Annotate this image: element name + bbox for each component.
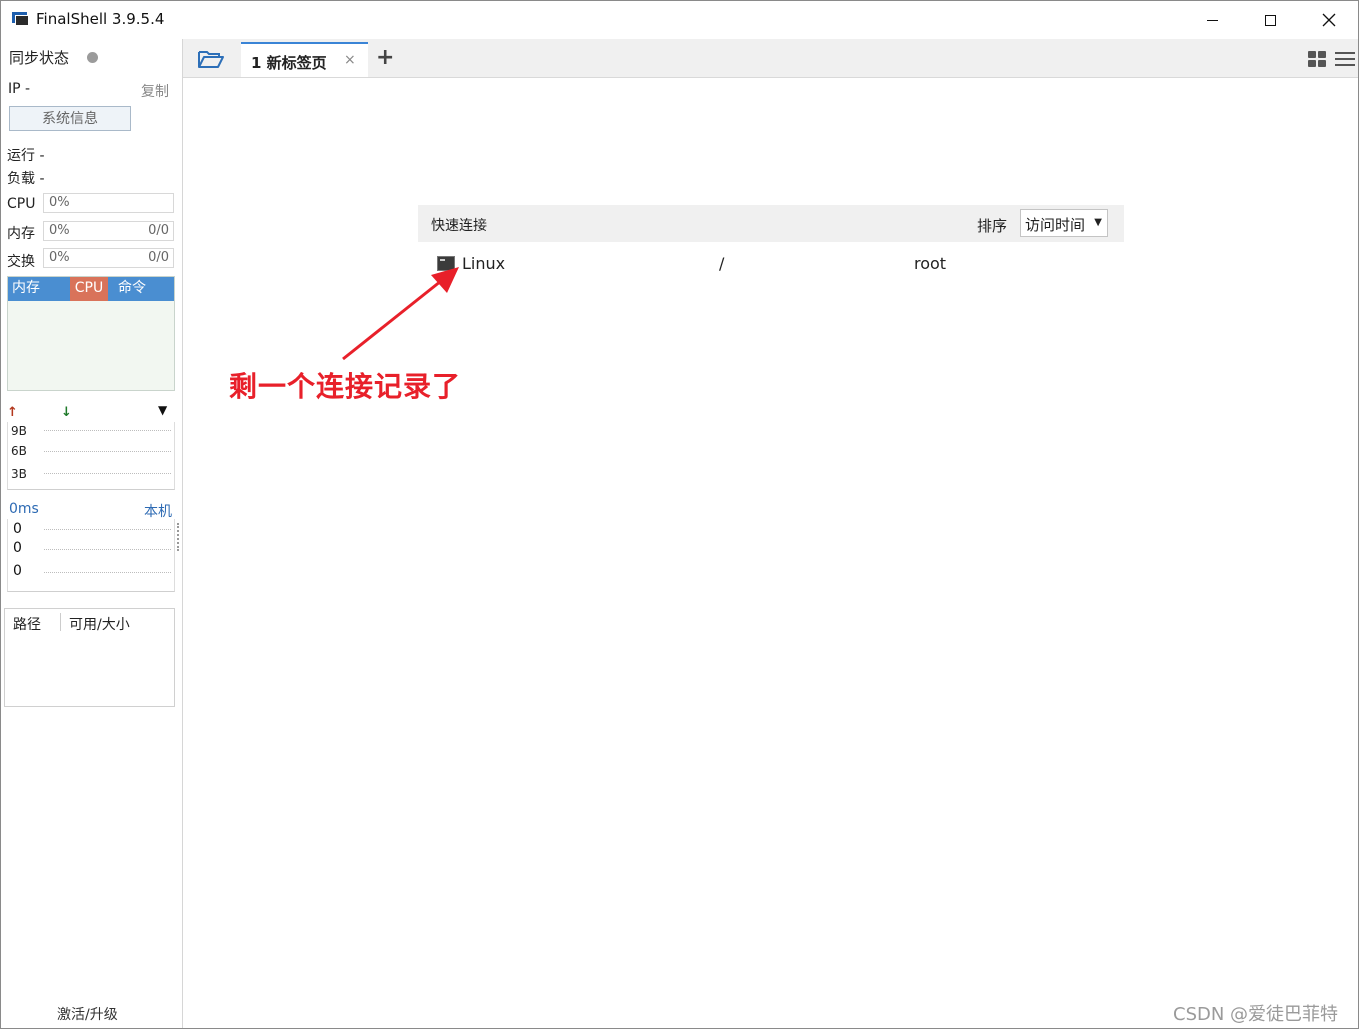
swap-ratio: 0/0 [148,250,169,265]
annotation-text: 剩一个连接记录了 [229,370,462,403]
ping-tick: 0 [13,521,22,537]
ping-latency: 0ms [9,501,39,517]
ping-tick: 0 [13,540,22,556]
ip-label: IP - [8,81,31,97]
connection-row[interactable]: Linux / root [418,248,1124,278]
download-arrow-icon: ↓ [61,405,72,420]
sort-select[interactable]: 访问时间 ▼ [1020,209,1108,237]
folder-open-icon[interactable] [197,49,225,69]
menu-icon[interactable] [1335,51,1355,67]
sync-status-label: 同步状态 [9,49,70,67]
cpu-meter: 0% [43,193,174,213]
connection-user: root [914,254,947,273]
connection-path: / [719,254,725,273]
tab-label: 1 新标签页 [251,54,327,72]
cpu-label: CPU [7,196,36,212]
network-tick: 3B [11,467,27,481]
swap-percent: 0% [49,250,70,265]
minimize-button[interactable] [1183,1,1241,39]
sync-status-dot [87,52,98,63]
ping-target[interactable]: 本机 [144,501,172,521]
system-info-button[interactable]: 系统信息 [9,106,131,131]
network-graph: 9B 6B 3B [7,422,175,490]
maximize-button[interactable] [1241,1,1299,39]
tab-new-tab[interactable]: 1 新标签页 × [241,42,368,77]
disk-col-size[interactable]: 可用/大小 [69,614,130,634]
copy-ip-link[interactable]: 复制 [141,81,169,101]
disk-table: 路径 可用/大小 [4,608,175,707]
app-icon [12,12,29,26]
ping-graph: 0 0 0 [7,519,175,592]
process-panel: 内存 CPU 命令 [7,276,175,391]
process-tab-memory[interactable]: 内存 [8,277,44,301]
csdn-watermark: CSDN @爱徒巴菲特 [1173,1004,1339,1025]
memory-percent: 0% [49,223,70,238]
minimize-icon [1206,19,1218,21]
memory-ratio: 0/0 [148,223,169,238]
maximize-icon [1264,14,1276,26]
process-tab-cpu[interactable]: CPU [70,277,108,301]
memory-label: 内存 [7,226,35,242]
ping-tick: 0 [13,563,22,579]
upload-arrow-icon: ↑ [7,405,18,420]
layout-grid-icon[interactable] [1308,51,1327,68]
memory-meter: 0% 0/0 [43,221,174,241]
load-label: 负载 - [7,171,45,187]
close-icon [1322,13,1336,27]
swap-label: 交换 [7,254,35,270]
network-tick: 9B [11,424,27,438]
cpu-percent: 0% [49,195,70,210]
swap-meter: 0% 0/0 [43,248,174,268]
activate-upgrade-link[interactable]: 激活/升级 [57,1004,118,1024]
annotation-arrow-icon [342,267,459,361]
network-interface-dropdown-icon[interactable]: ▼ [158,403,167,417]
tab-close-icon[interactable]: × [344,52,356,68]
session-tab-bar: 1 新标签页 × + [183,39,1358,78]
finalshell-window: FinalShell 3.9.5.4 同步状态 IP - 复制 系统信息 运行 … [0,0,1359,1029]
sort-value: 访问时间 [1025,216,1086,234]
quick-connect-title: 快速连接 [431,218,487,234]
window-title: FinalShell 3.9.5.4 [36,10,165,28]
status-sidebar: 同步状态 IP - 复制 系统信息 运行 - 负载 - CPU 0% 内存 0%… [1,39,183,1028]
title-bar: FinalShell 3.9.5.4 [1,1,1358,39]
main-content: 快速连接 排序 访问时间 ▼ Linux / root [183,78,1358,1028]
close-button[interactable] [1300,1,1358,39]
network-tick: 6B [11,444,27,458]
sort-label: 排序 [977,217,1008,235]
quick-connect-header: 快速连接 排序 访问时间 ▼ [418,205,1124,242]
add-tab-icon[interactable]: + [376,45,394,70]
process-tabs: 内存 CPU 命令 [8,277,174,301]
process-tab-command[interactable]: 命令 [114,277,150,301]
disk-col-path[interactable]: 路径 [13,614,41,634]
uptime-label: 运行 - [7,148,45,164]
sidebar-resize-handle[interactable] [177,523,182,551]
chevron-down-icon: ▼ [1094,217,1102,228]
